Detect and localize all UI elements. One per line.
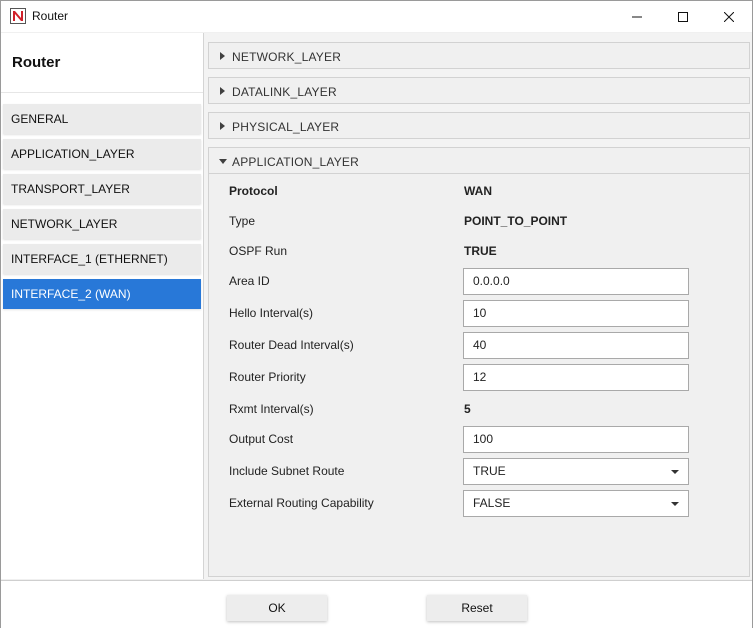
collapse-arrow-icon — [219, 159, 227, 164]
maximize-button[interactable] — [660, 1, 706, 32]
ospf-run-label: OSPF Run — [229, 244, 288, 258]
reset-button[interactable]: Reset — [427, 595, 527, 621]
include-subnet-route-label: Include Subnet Route — [229, 464, 345, 478]
external-routing-capability-label: External Routing Capability — [229, 496, 374, 510]
chevron-down-icon — [671, 470, 679, 474]
rxmt-interval-label: Rxmt Interval(s) — [229, 402, 314, 416]
expand-arrow-icon — [220, 52, 225, 60]
accordion-header-network-layer[interactable]: NETWORK_LAYER — [208, 42, 750, 69]
title-bar: Router — [1, 1, 752, 32]
sidebar-item-application-layer[interactable]: APPLICATION_LAYER — [3, 139, 201, 169]
area-id-input[interactable]: 0.0.0.0 — [463, 268, 689, 295]
app-logo-icon — [10, 8, 26, 24]
close-icon — [724, 11, 734, 22]
protocol-value: WAN — [464, 184, 492, 198]
hello-interval-input[interactable]: 10 — [463, 300, 689, 327]
chevron-down-icon — [671, 502, 679, 506]
accordion-label: APPLICATION_LAYER — [232, 155, 359, 169]
accordion-label: NETWORK_LAYER — [232, 50, 342, 64]
accordion-label: PHYSICAL_LAYER — [232, 120, 340, 134]
protocol-label: Protocol — [229, 184, 278, 198]
include-subnet-route-value: TRUE — [473, 464, 506, 478]
router-dialog: Router Router GENERAL APPLICATION_LAYER … — [0, 0, 753, 628]
accordion-header-datalink-layer[interactable]: DATALINK_LAYER — [208, 77, 750, 104]
accordion-header-application-layer[interactable]: APPLICATION_LAYER — [208, 147, 750, 174]
sidebar-item-general[interactable]: GENERAL — [3, 104, 201, 134]
output-cost-label: Output Cost — [229, 432, 294, 446]
hello-interval-label: Hello Interval(s) — [229, 306, 314, 320]
output-cost-input[interactable]: 100 — [463, 426, 689, 453]
router-priority-input[interactable]: 12 — [463, 364, 689, 391]
external-routing-capability-select[interactable]: FALSE — [463, 490, 689, 517]
accordion-label: DATALINK_LAYER — [232, 85, 337, 99]
sidebar: Router GENERAL APPLICATION_LAYER TRANSPO… — [1, 33, 204, 579]
router-dead-interval-label: Router Dead Interval(s) — [229, 338, 354, 352]
router-priority-label: Router Priority — [229, 370, 306, 384]
sidebar-item-network-layer[interactable]: NETWORK_LAYER — [3, 209, 201, 239]
external-routing-capability-value: FALSE — [473, 496, 511, 510]
sidebar-item-interface-1[interactable]: INTERFACE_1 (ETHERNET) — [3, 244, 201, 274]
maximize-icon — [678, 11, 688, 22]
sidebar-divider — [1, 92, 203, 93]
minimize-icon — [632, 16, 642, 17]
router-dead-interval-input[interactable]: 40 — [463, 332, 689, 359]
rxmt-interval-value: 5 — [464, 402, 471, 416]
sidebar-item-interface-2[interactable]: INTERFACE_2 (WAN) — [3, 279, 201, 309]
sidebar-item-transport-layer[interactable]: TRANSPORT_LAYER — [3, 174, 201, 204]
include-subnet-route-select[interactable]: TRUE — [463, 458, 689, 485]
ospf-run-value: TRUE — [464, 244, 497, 258]
expand-arrow-icon — [220, 122, 225, 130]
close-button[interactable] — [706, 1, 752, 32]
dialog-footer: OK Reset — [1, 580, 752, 628]
area-id-label: Area ID — [229, 274, 270, 288]
sidebar-title: Router — [12, 54, 61, 71]
window-title: Router — [32, 9, 69, 23]
expand-arrow-icon — [220, 87, 225, 95]
minimize-button[interactable] — [614, 1, 660, 32]
type-value: POINT_TO_POINT — [464, 214, 568, 228]
type-label: Type — [229, 214, 256, 228]
ok-button[interactable]: OK — [227, 595, 327, 621]
accordion-header-physical-layer[interactable]: PHYSICAL_LAYER — [208, 112, 750, 139]
